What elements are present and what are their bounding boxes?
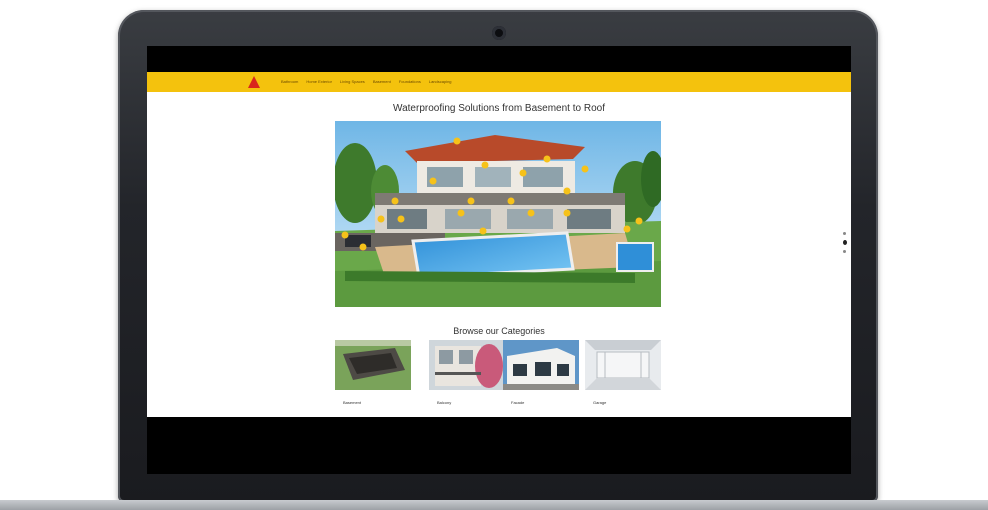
category-image-balcony[interactable] [429, 340, 505, 390]
top-navbar: Bathroom Home Exterior Living Spaces Bas… [147, 72, 851, 92]
nav-item-basement[interactable]: Basement [373, 78, 391, 86]
nav-item-living-spaces[interactable]: Living Spaces [340, 78, 365, 86]
laptop-base [0, 500, 988, 510]
category-label: Balcony [437, 400, 452, 405]
category-card-basement[interactable]: Basement [335, 340, 411, 405]
laptop-screen: Bathroom Home Exterior Living Spaces Bas… [147, 46, 851, 474]
category-card-facade[interactable]: Facade [503, 340, 579, 405]
category-card-balcony[interactable]: Balcony [429, 340, 505, 405]
nav-item-foundations[interactable]: Foundations [399, 78, 421, 86]
nav-item-home-exterior[interactable]: Home Exterior [306, 78, 332, 86]
category-label: Facade [511, 400, 525, 405]
category-label: Garage [593, 400, 607, 405]
house-cutaway-image [335, 121, 661, 307]
category-image-basement[interactable] [335, 340, 411, 390]
category-image-garage[interactable] [585, 340, 661, 390]
category-card-garage[interactable]: Garage [585, 340, 661, 405]
nav-menu: Bathroom Home Exterior Living Spaces Bas… [281, 78, 452, 86]
nav-item-bathroom[interactable]: Bathroom [281, 78, 298, 86]
website-page: Bathroom Home Exterior Living Spaces Bas… [147, 72, 851, 417]
nav-item-landscaping[interactable]: Landscaping [429, 78, 452, 86]
categories-heading: Browse our Categories [453, 326, 545, 336]
webcam-icon [492, 26, 506, 40]
page-dot[interactable] [843, 250, 846, 253]
category-image-facade[interactable] [503, 340, 579, 390]
category-label: Basement [343, 400, 362, 405]
house-illustration [335, 121, 661, 307]
page-dot-active[interactable] [843, 240, 847, 245]
page-dot[interactable] [843, 232, 846, 235]
sika-logo-icon[interactable] [248, 76, 260, 88]
page-title: Waterproofing Solutions from Basement to… [393, 103, 605, 114]
